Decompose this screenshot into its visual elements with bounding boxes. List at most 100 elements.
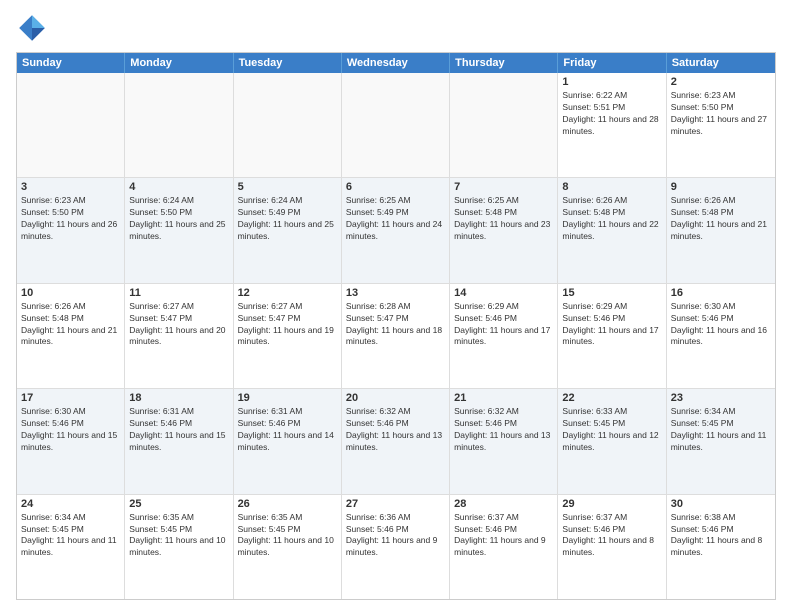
day-number: 11	[129, 287, 228, 299]
day-info: Sunrise: 6:32 AMSunset: 5:46 PMDaylight:…	[454, 406, 553, 454]
day-info: Sunrise: 6:34 AMSunset: 5:45 PMDaylight:…	[671, 406, 771, 454]
day-number: 20	[346, 392, 445, 404]
day-number: 1	[562, 76, 661, 88]
logo-icon	[16, 12, 48, 44]
calendar-cell: 16Sunrise: 6:30 AMSunset: 5:46 PMDayligh…	[667, 284, 775, 388]
calendar-cell: 6 Sunrise: 6:25 AMSunset: 5:49 PMDaylight…	[342, 178, 450, 282]
day-number: 19	[238, 392, 337, 404]
day-number: 23	[671, 392, 771, 404]
day-info: Sunrise: 6:31 AMSunset: 5:46 PMDaylight:…	[129, 406, 228, 454]
logo-area	[16, 12, 52, 44]
calendar-cell: 20 Sunrise: 6:32 AMSunset: 5:46 PMDayligh…	[342, 389, 450, 493]
calendar-header: SundayMondayTuesdayWednesdayThursdayFrid…	[17, 53, 775, 73]
day-number: 30	[671, 498, 771, 510]
day-info: Sunrise: 6:27 AMSunset: 5:47 PMDaylight:…	[238, 301, 337, 349]
day-info: Sunrise: 6:38 AMSunset: 5:46 PMDaylight:…	[671, 512, 771, 560]
calendar-cell	[125, 73, 233, 177]
calendar-cell: 25 Sunrise: 6:35 AMSunset: 5:45 PMDayligh…	[125, 495, 233, 599]
header-cell-monday: Monday	[125, 53, 233, 73]
calendar-cell: 18 Sunrise: 6:31 AMSunset: 5:46 PMDayligh…	[125, 389, 233, 493]
day-info: Sunrise: 6:28 AMSunset: 5:47 PMDaylight:…	[346, 301, 445, 349]
day-info: Sunrise: 6:30 AMSunset: 5:46 PMDaylight:…	[671, 301, 771, 349]
calendar-cell: 3 Sunrise: 6:23 AMSunset: 5:50 PMDaylight…	[17, 178, 125, 282]
day-number: 28	[454, 498, 553, 510]
day-number: 7	[454, 181, 553, 193]
calendar-cell: 10 Sunrise: 6:26 AMSunset: 5:48 PMDayligh…	[17, 284, 125, 388]
day-info: Sunrise: 6:25 AMSunset: 5:49 PMDaylight:…	[346, 195, 445, 243]
calendar-cell: 15Sunrise: 6:29 AMSunset: 5:46 PMDayligh…	[558, 284, 666, 388]
day-number: 10	[21, 287, 120, 299]
calendar-cell: 4 Sunrise: 6:24 AMSunset: 5:50 PMDaylight…	[125, 178, 233, 282]
day-info: Sunrise: 6:37 AMSunset: 5:46 PMDaylight:…	[562, 512, 661, 560]
day-number: 27	[346, 498, 445, 510]
calendar-cell: 14Sunrise: 6:29 AMSunset: 5:46 PMDayligh…	[450, 284, 558, 388]
calendar-cell: 29 Sunrise: 6:37 AMSunset: 5:46 PMDayligh…	[558, 495, 666, 599]
day-info: Sunrise: 6:22 AMSunset: 5:51 PMDaylight:…	[562, 90, 661, 138]
calendar-cell: 21 Sunrise: 6:32 AMSunset: 5:46 PMDayligh…	[450, 389, 558, 493]
day-info: Sunrise: 6:35 AMSunset: 5:45 PMDaylight:…	[238, 512, 337, 560]
day-info: Sunrise: 6:25 AMSunset: 5:48 PMDaylight:…	[454, 195, 553, 243]
day-info: Sunrise: 6:24 AMSunset: 5:50 PMDaylight:…	[129, 195, 228, 243]
day-info: Sunrise: 6:27 AMSunset: 5:47 PMDaylight:…	[129, 301, 228, 349]
header	[16, 12, 776, 44]
calendar-cell: 27Sunrise: 6:36 AMSunset: 5:46 PMDayligh…	[342, 495, 450, 599]
day-info: Sunrise: 6:26 AMSunset: 5:48 PMDaylight:…	[21, 301, 120, 349]
page: SundayMondayTuesdayWednesdayThursdayFrid…	[0, 0, 792, 612]
calendar-cell: 24 Sunrise: 6:34 AMSunset: 5:45 PMDayligh…	[17, 495, 125, 599]
day-number: 5	[238, 181, 337, 193]
header-cell-saturday: Saturday	[667, 53, 775, 73]
day-number: 9	[671, 181, 771, 193]
calendar-cell	[234, 73, 342, 177]
day-number: 25	[129, 498, 228, 510]
day-info: Sunrise: 6:30 AMSunset: 5:46 PMDaylight:…	[21, 406, 120, 454]
day-number: 21	[454, 392, 553, 404]
calendar-cell	[342, 73, 450, 177]
header-cell-tuesday: Tuesday	[234, 53, 342, 73]
calendar-cell: 7 Sunrise: 6:25 AMSunset: 5:48 PMDaylight…	[450, 178, 558, 282]
calendar-cell	[450, 73, 558, 177]
header-cell-friday: Friday	[558, 53, 666, 73]
day-info: Sunrise: 6:33 AMSunset: 5:45 PMDaylight:…	[562, 406, 661, 454]
calendar-row: 17 Sunrise: 6:30 AMSunset: 5:46 PMDayligh…	[17, 389, 775, 494]
day-info: Sunrise: 6:34 AMSunset: 5:45 PMDaylight:…	[21, 512, 120, 560]
calendar-row: 10 Sunrise: 6:26 AMSunset: 5:48 PMDayligh…	[17, 284, 775, 389]
calendar-cell: 28 Sunrise: 6:37 AMSunset: 5:46 PMDayligh…	[450, 495, 558, 599]
calendar-cell: 19 Sunrise: 6:31 AMSunset: 5:46 PMDayligh…	[234, 389, 342, 493]
day-info: Sunrise: 6:31 AMSunset: 5:46 PMDaylight:…	[238, 406, 337, 454]
day-number: 29	[562, 498, 661, 510]
day-info: Sunrise: 6:26 AMSunset: 5:48 PMDaylight:…	[671, 195, 771, 243]
day-info: Sunrise: 6:26 AMSunset: 5:48 PMDaylight:…	[562, 195, 661, 243]
day-number: 3	[21, 181, 120, 193]
day-info: Sunrise: 6:29 AMSunset: 5:46 PMDaylight:…	[454, 301, 553, 349]
day-number: 8	[562, 181, 661, 193]
day-number: 17	[21, 392, 120, 404]
calendar-cell: 11 Sunrise: 6:27 AMSunset: 5:47 PMDayligh…	[125, 284, 233, 388]
header-cell-wednesday: Wednesday	[342, 53, 450, 73]
day-number: 15	[562, 287, 661, 299]
calendar-row: 1 Sunrise: 6:22 AMSunset: 5:51 PMDaylight…	[17, 73, 775, 178]
day-number: 24	[21, 498, 120, 510]
day-info: Sunrise: 6:35 AMSunset: 5:45 PMDaylight:…	[129, 512, 228, 560]
day-info: Sunrise: 6:37 AMSunset: 5:46 PMDaylight:…	[454, 512, 553, 560]
calendar-cell: 1 Sunrise: 6:22 AMSunset: 5:51 PMDaylight…	[558, 73, 666, 177]
day-number: 22	[562, 392, 661, 404]
calendar-cell: 22 Sunrise: 6:33 AMSunset: 5:45 PMDayligh…	[558, 389, 666, 493]
day-number: 4	[129, 181, 228, 193]
day-number: 6	[346, 181, 445, 193]
calendar-body: 1 Sunrise: 6:22 AMSunset: 5:51 PMDaylight…	[17, 73, 775, 599]
calendar-cell: 30 Sunrise: 6:38 AMSunset: 5:46 PMDayligh…	[667, 495, 775, 599]
calendar-cell: 23 Sunrise: 6:34 AMSunset: 5:45 PMDayligh…	[667, 389, 775, 493]
calendar-row: 24 Sunrise: 6:34 AMSunset: 5:45 PMDayligh…	[17, 495, 775, 599]
day-info: Sunrise: 6:32 AMSunset: 5:46 PMDaylight:…	[346, 406, 445, 454]
calendar-cell: 8 Sunrise: 6:26 AMSunset: 5:48 PMDaylight…	[558, 178, 666, 282]
calendar-cell: 5Sunrise: 6:24 AMSunset: 5:49 PMDaylight…	[234, 178, 342, 282]
day-number: 12	[238, 287, 337, 299]
calendar-cell: 26Sunrise: 6:35 AMSunset: 5:45 PMDayligh…	[234, 495, 342, 599]
day-number: 18	[129, 392, 228, 404]
header-cell-sunday: Sunday	[17, 53, 125, 73]
day-info: Sunrise: 6:23 AMSunset: 5:50 PMDaylight:…	[21, 195, 120, 243]
day-number: 2	[671, 76, 771, 88]
calendar-cell: 2 Sunrise: 6:23 AMSunset: 5:50 PMDaylight…	[667, 73, 775, 177]
calendar-cell: 13Sunrise: 6:28 AMSunset: 5:47 PMDayligh…	[342, 284, 450, 388]
day-info: Sunrise: 6:23 AMSunset: 5:50 PMDaylight:…	[671, 90, 771, 138]
